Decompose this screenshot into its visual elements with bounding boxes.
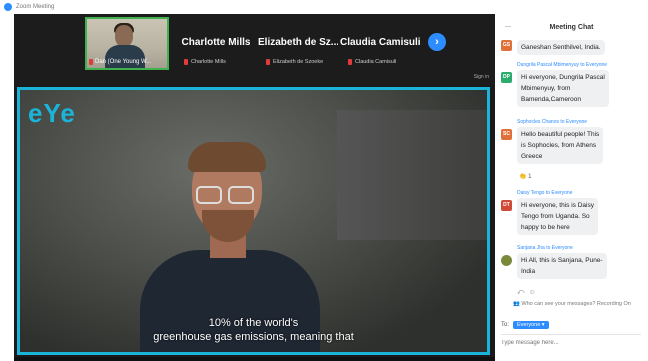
message-sender: Sanjana Jha to Everyone — [517, 245, 573, 251]
active-speaker-video: eYe 10% of the world's greenhouse gas em… — [17, 87, 490, 355]
recipient-row: To: Everyone ▾ — [501, 321, 549, 329]
meeting-area: Dan (One Young W... Charlotte Mills Char… — [14, 14, 495, 361]
message-sender: Sophocles Chanos to Everyone — [517, 119, 588, 125]
sign-in-link[interactable]: Sign in — [474, 74, 489, 80]
participant-tile[interactable]: Claudia Camisuli Claudia Camisuli — [340, 17, 420, 70]
message-bubble: Ganeshan Senthilvel, India. — [517, 40, 605, 55]
thumbnail-strip: Dan (One Young W... Charlotte Mills Char… — [14, 14, 495, 85]
avatar: GS — [501, 40, 512, 51]
message-input[interactable] — [501, 334, 641, 348]
next-page-button[interactable]: › — [428, 33, 446, 51]
avatar: SC — [501, 129, 512, 140]
message-bubble: Hi everyone, Dungrila Pascal Mbimenyuy, … — [517, 70, 609, 107]
title-bar: Zoom Meeting — [0, 0, 495, 14]
avatar: DP — [501, 72, 512, 83]
participant-body — [105, 45, 145, 68]
emoji-icon[interactable]: ☺ — [528, 289, 539, 296]
window-title: Zoom Meeting — [16, 4, 55, 10]
thread-icon[interactable]: ⤺ — [517, 289, 528, 296]
people-icon: 👥 — [513, 301, 520, 307]
speaker-logo: eYe — [28, 98, 76, 128]
recipient-dropdown[interactable]: Everyone ▾ — [513, 321, 549, 329]
participant-name-label: Elizabeth de Szoeke — [266, 59, 323, 65]
zoom-logo-icon — [4, 3, 12, 11]
participant-face — [115, 25, 133, 47]
participant-tile[interactable]: Elizabeth de Sz... Elizabeth de Szoeke — [258, 17, 338, 70]
muted-mic-icon — [348, 59, 352, 65]
participant-tile[interactable]: Dan (One Young W... — [85, 17, 169, 70]
zoom-window: Zoom Meeting Dan (One Young W... Charlot… — [0, 0, 648, 361]
speaker-hair — [188, 142, 266, 172]
live-caption: 10% of the world's greenhouse gas emissi… — [153, 317, 354, 343]
chat-panel: — Meeting Chat GS Ganeshan Senthilvel, I… — [495, 0, 648, 361]
message-bubble: Hi All, this is Sanjana, Pune- India — [517, 253, 607, 279]
participant-name-label: Claudia Camisuli — [348, 59, 396, 65]
chat-title: Meeting Chat — [549, 24, 594, 31]
participant-tile[interactable]: Charlotte Mills Charlotte Mills — [176, 17, 256, 70]
message-bubble: Hello beautiful people! This is Sophocle… — [517, 127, 604, 164]
participant-name-label: Dan (One Young W... — [89, 59, 151, 65]
background-shelf — [337, 110, 487, 240]
visibility-notice[interactable]: 👥 Who can see your messages? Recording O… — [513, 301, 631, 307]
chevron-right-icon: › — [435, 36, 439, 48]
message-sender: Dungrila Pascal Mbimenyuy to Everyone — [517, 62, 608, 68]
chat-header: — Meeting Chat — [495, 22, 648, 34]
message-bubble: Hi everyone, this is Daisy Tengo from Ug… — [517, 198, 598, 235]
toolbar-edge — [14, 357, 495, 361]
avatar — [501, 255, 512, 266]
reaction-badge[interactable]: 👏 1 — [519, 173, 532, 180]
participant-name-label: Charlotte Mills — [184, 59, 226, 65]
clap-icon: 👏 — [519, 174, 527, 180]
message-sender: Daisy Tengo to Everyone — [517, 190, 573, 196]
muted-mic-icon — [89, 59, 93, 65]
message-actions: ⤺☺ — [517, 289, 540, 297]
speaker-glasses — [196, 186, 260, 204]
muted-mic-icon — [266, 59, 270, 65]
avatar: DT — [501, 200, 512, 211]
muted-mic-icon — [184, 59, 188, 65]
